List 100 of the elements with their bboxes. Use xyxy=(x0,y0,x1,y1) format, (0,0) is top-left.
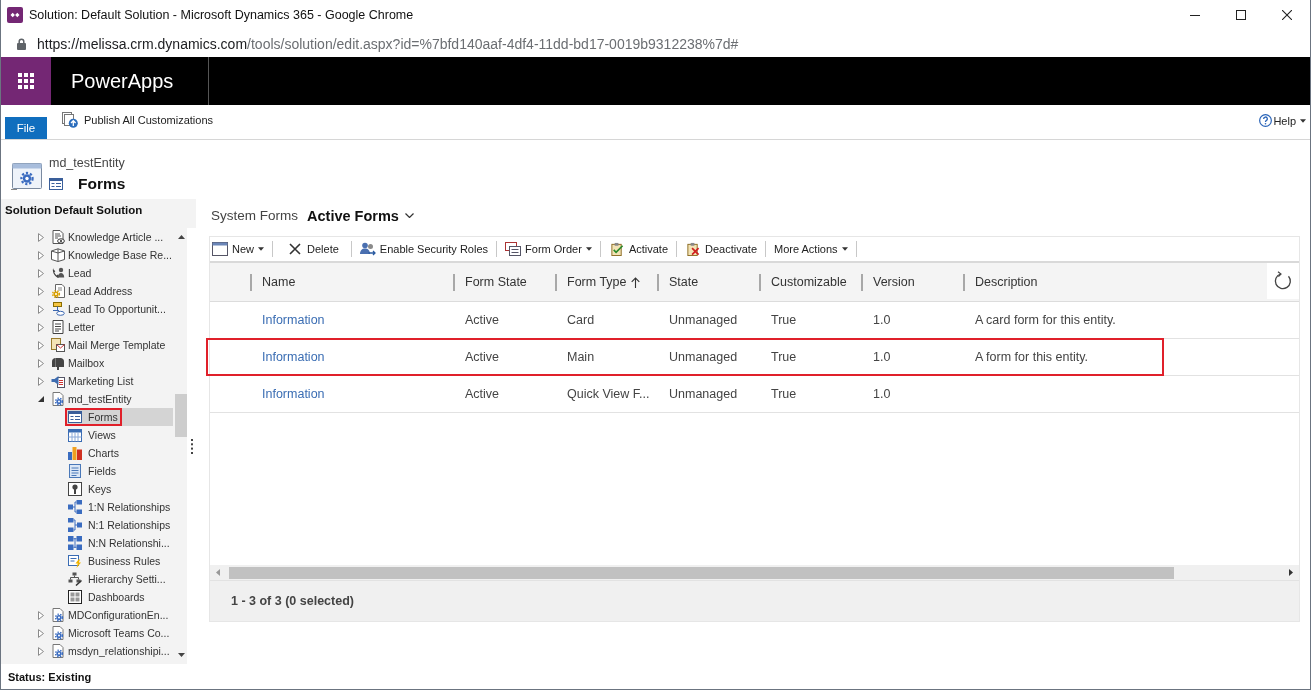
lightning-form-icon xyxy=(68,554,82,568)
tree-item[interactable]: Mail Merge Template xyxy=(1,336,175,354)
delete-button[interactable]: Delete xyxy=(279,239,351,259)
tree-item[interactable]: N:N Relationshi... xyxy=(66,534,173,552)
deactivate-button[interactable]: Deactivate xyxy=(683,239,765,259)
tree-item[interactable]: md_testEntity xyxy=(1,390,175,408)
collapsed-arrow-icon[interactable] xyxy=(37,268,44,278)
table-cell: 1.0 xyxy=(873,387,891,401)
help-menu[interactable]: Help xyxy=(1259,114,1306,127)
collapsed-arrow-icon[interactable] xyxy=(37,322,44,332)
refresh-icon[interactable] xyxy=(1273,271,1293,291)
tree-item[interactable]: Knowledge Article ... xyxy=(1,228,175,246)
splitter-handle[interactable] xyxy=(191,438,193,454)
tree-item[interactable]: Business Rules xyxy=(66,552,173,570)
app-launcher-button[interactable] xyxy=(1,57,51,105)
tree-item[interactable]: 1:N Relationships xyxy=(66,498,173,516)
scroll-left-icon[interactable] xyxy=(216,569,220,576)
more-actions-button[interactable]: More Actions xyxy=(772,239,856,259)
tree-item[interactable]: MDConfigurationEn... xyxy=(1,606,175,624)
lock-icon xyxy=(17,37,26,50)
table-cell: Quick View F... xyxy=(567,387,650,401)
minimize-icon[interactable] xyxy=(1190,14,1200,16)
table-icon xyxy=(68,428,82,442)
collapsed-arrow-icon[interactable] xyxy=(37,340,44,350)
document-icon xyxy=(51,320,65,334)
collapsed-arrow-icon[interactable] xyxy=(37,610,44,620)
help-icon xyxy=(1259,114,1273,127)
scroll-up-icon[interactable] xyxy=(177,235,185,239)
publish-customizations-button[interactable]: Publish All Customizations xyxy=(62,112,213,128)
horizontal-scrollbar[interactable] xyxy=(210,565,1299,580)
form-order-button[interactable]: Form Order xyxy=(503,239,600,259)
column-header[interactable]: Form State xyxy=(453,263,555,301)
relationship-icon xyxy=(68,536,82,550)
view-selector[interactable]: Active Forms xyxy=(307,207,414,224)
enable-security-roles-button[interactable]: Enable Security Roles xyxy=(357,239,497,259)
table-cell: Active xyxy=(465,350,500,364)
tree-item[interactable]: Views xyxy=(66,426,173,444)
column-header[interactable]: Customizable xyxy=(759,263,861,301)
table-cell: A form for this entity. xyxy=(975,350,1088,364)
expanded-arrow-icon[interactable] xyxy=(37,396,44,402)
table-cell: True xyxy=(771,350,797,364)
collapsed-arrow-icon[interactable] xyxy=(37,232,44,242)
form-name-link[interactable]: Information xyxy=(262,387,325,401)
column-header[interactable]: Name xyxy=(250,263,453,301)
delete-icon xyxy=(289,243,301,255)
list-icon xyxy=(68,464,82,478)
scrollbar-thumb[interactable] xyxy=(229,566,1174,579)
document-eye-icon xyxy=(51,230,65,244)
column-header[interactable]: Form Type xyxy=(555,263,657,301)
tree-item[interactable]: msdyn_relationshipi... xyxy=(1,642,175,660)
tree-item[interactable]: N:1 Relationships xyxy=(66,516,173,534)
view-label: System Forms xyxy=(211,208,298,223)
page-title: Forms xyxy=(78,174,126,194)
scroll-right-icon[interactable] xyxy=(1289,569,1293,576)
collapsed-arrow-icon[interactable] xyxy=(37,286,44,296)
scroll-down-icon[interactable] xyxy=(177,653,185,657)
clipboard-x-icon xyxy=(685,242,702,256)
collapsed-arrow-icon[interactable] xyxy=(37,376,44,386)
tree-item[interactable]: Mailbox xyxy=(1,354,175,372)
file-tab[interactable]: File xyxy=(5,117,47,139)
tree-item[interactable]: Keys xyxy=(66,480,173,498)
publish-icon xyxy=(62,112,78,128)
tree-item[interactable]: Charts xyxy=(66,444,173,462)
maximize-icon[interactable] xyxy=(1236,10,1246,20)
tree-item[interactable]: Lead To Opportunit... xyxy=(1,300,175,318)
collapsed-arrow-icon[interactable] xyxy=(37,250,44,260)
gear-document-icon xyxy=(51,626,65,640)
tree-item[interactable]: Hierarchy Setti... xyxy=(66,570,173,588)
table-cell: Active xyxy=(465,387,500,401)
book-icon xyxy=(51,248,65,262)
gear-document-icon xyxy=(51,284,65,298)
dashboard-icon xyxy=(68,590,82,604)
tree-item[interactable]: Forms xyxy=(66,408,173,426)
collapsed-arrow-icon[interactable] xyxy=(37,304,44,314)
clipboard-check-icon xyxy=(608,242,625,256)
close-icon[interactable] xyxy=(1282,10,1292,20)
collapsed-arrow-icon[interactable] xyxy=(37,358,44,368)
mail-template-icon xyxy=(51,338,65,352)
column-header[interactable]: Version xyxy=(861,263,963,301)
form-icon xyxy=(212,242,228,256)
table-cell: True xyxy=(771,387,797,401)
activate-button[interactable]: Activate xyxy=(606,239,677,259)
collapsed-arrow-icon[interactable] xyxy=(37,646,44,656)
collapsed-arrow-icon[interactable] xyxy=(37,628,44,638)
tree-item[interactable]: Microsoft Teams Co... xyxy=(1,624,175,642)
tree-item[interactable]: Lead xyxy=(1,264,175,282)
tree-item[interactable]: Marketing List xyxy=(1,372,175,390)
form-name-link[interactable]: Information xyxy=(262,350,325,364)
tree-item[interactable]: Dashboards xyxy=(66,588,173,606)
tree-item[interactable]: Fields xyxy=(66,462,173,480)
tree-item[interactable]: Lead Address xyxy=(1,282,175,300)
form-name-link[interactable]: Information xyxy=(262,313,325,327)
table-cell: Unmanaged xyxy=(669,387,738,401)
column-header[interactable]: State xyxy=(657,263,759,301)
column-header[interactable]: Description xyxy=(963,263,1267,301)
new-button[interactable]: New xyxy=(211,239,272,259)
scrollbar-thumb[interactable] xyxy=(175,394,187,437)
url-text[interactable]: https://melissa.crm.dynamics.com/tools/solution/edit.aspx?id=%7bfd140aaf-4df4-11dd-bd17-0019b9312238%7d# xyxy=(37,35,739,52)
tree-item[interactable]: Knowledge Base Re... xyxy=(1,246,175,264)
tree-item[interactable]: Letter xyxy=(1,318,175,336)
